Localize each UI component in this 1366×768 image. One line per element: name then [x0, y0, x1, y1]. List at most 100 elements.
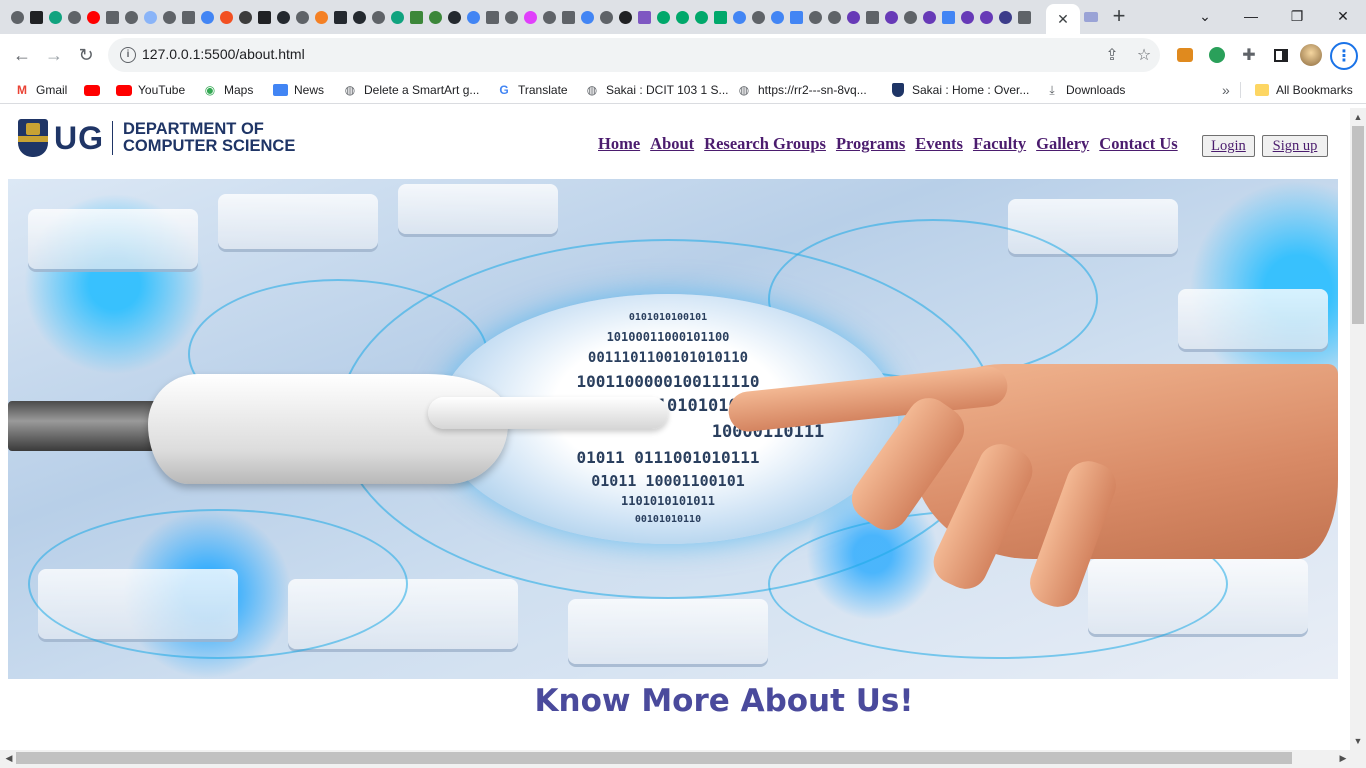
close-window-button[interactable]: ✕: [1320, 0, 1366, 32]
tab-favicon-icon[interactable]: [388, 8, 406, 26]
tab-favicon-icon[interactable]: [958, 8, 976, 26]
tab-favicon-icon[interactable]: [692, 8, 710, 26]
bookmark-smartart[interactable]: ◍ Delete a SmartArt g...: [342, 81, 480, 99]
tab-favicon-icon[interactable]: [939, 8, 957, 26]
bookmark-translate[interactable]: G Translate: [496, 81, 567, 99]
bookmark-sakai-home[interactable]: Sakai : Home : Over...: [890, 81, 1029, 99]
scroll-up-arrow-icon[interactable]: ▲: [1351, 110, 1365, 124]
chrome-menu-button[interactable]: ⋮: [1330, 42, 1358, 70]
share-icon[interactable]: ⇪: [1102, 45, 1122, 65]
tab-favicon-icon[interactable]: [426, 8, 444, 26]
tab-favicon-icon[interactable]: [103, 8, 121, 26]
bookmark-gmail[interactable]: M Gmail: [14, 81, 67, 99]
bookmark-youtube-shortcut[interactable]: [84, 81, 100, 99]
login-button[interactable]: Login: [1202, 135, 1255, 157]
tab-favicon-icon[interactable]: [27, 8, 45, 26]
tab-favicon-icon[interactable]: [882, 8, 900, 26]
scroll-right-arrow-icon[interactable]: ▶: [1336, 751, 1350, 765]
tab-favicon-icon[interactable]: [521, 8, 539, 26]
tab-favicon-icon[interactable]: [179, 8, 197, 26]
nav-programs[interactable]: Programs: [836, 134, 905, 154]
tab-favicon-icon[interactable]: [8, 8, 26, 26]
nav-about[interactable]: About: [650, 134, 694, 154]
tab-favicon-icon[interactable]: [1015, 8, 1033, 26]
bookmark-sakai-dcit[interactable]: ◍ Sakai : DCIT 103 1 S...: [584, 81, 729, 99]
extensions-puzzle-icon[interactable]: ✚: [1236, 42, 1262, 68]
nav-gallery[interactable]: Gallery: [1036, 134, 1089, 154]
signup-button[interactable]: Sign up: [1262, 135, 1328, 157]
horizontal-scroll-thumb[interactable]: [16, 752, 1292, 764]
tab-favicon-icon[interactable]: [331, 8, 349, 26]
tab-search-button[interactable]: ⌄: [1182, 0, 1228, 32]
bookmark-rr2[interactable]: ◍ https://rr2---sn-8vq...: [736, 81, 867, 99]
new-tab-button[interactable]: +: [1108, 5, 1130, 29]
bookmark-star-icon[interactable]: ☆: [1134, 45, 1154, 65]
tab-favicon-icon[interactable]: [540, 8, 558, 26]
tab-favicon-icon[interactable]: [616, 8, 634, 26]
background-tab-dcit[interactable]: [1082, 8, 1100, 26]
extension-grammar-icon[interactable]: [1204, 42, 1230, 68]
scroll-left-arrow-icon[interactable]: ◀: [2, 751, 16, 765]
tab-favicon-icon[interactable]: [312, 8, 330, 26]
tab-close-icon[interactable]: ✕: [1057, 11, 1069, 28]
tab-favicon-icon[interactable]: [749, 8, 767, 26]
tab-favicon-icon[interactable]: [730, 8, 748, 26]
tab-favicon-icon[interactable]: [464, 8, 482, 26]
tab-favicon-icon[interactable]: [65, 8, 83, 26]
reload-button[interactable]: ↻: [72, 41, 100, 69]
tab-favicon-icon[interactable]: [977, 8, 995, 26]
tab-favicon-icon[interactable]: [901, 8, 919, 26]
nav-faculty[interactable]: Faculty: [973, 134, 1026, 154]
tab-favicon-icon[interactable]: [350, 8, 368, 26]
tab-favicon-icon[interactable]: [502, 8, 520, 26]
nav-research-groups[interactable]: Research Groups: [704, 134, 826, 154]
url-text[interactable]: 127.0.0.1:5500/about.html: [142, 46, 305, 62]
tab-favicon-icon[interactable]: [160, 8, 178, 26]
tab-favicon-icon[interactable]: [844, 8, 862, 26]
vertical-scroll-thumb[interactable]: [1352, 126, 1364, 324]
tab-favicon-icon[interactable]: [369, 8, 387, 26]
background-tabs[interactable]: [8, 8, 1033, 26]
tab-favicon-icon[interactable]: [559, 8, 577, 26]
active-tab[interactable]: ✕: [1046, 4, 1080, 34]
minimize-button[interactable]: —: [1228, 0, 1274, 32]
profile-avatar[interactable]: [1298, 42, 1324, 68]
tab-favicon-icon[interactable]: [578, 8, 596, 26]
tab-favicon-icon[interactable]: [673, 8, 691, 26]
tab-favicon-icon[interactable]: [787, 8, 805, 26]
tab-favicon-icon[interactable]: [863, 8, 881, 26]
tab-favicon-icon[interactable]: [407, 8, 425, 26]
tab-favicon-icon[interactable]: [635, 8, 653, 26]
tab-favicon-icon[interactable]: [293, 8, 311, 26]
all-bookmarks-folder[interactable]: All Bookmarks: [1254, 81, 1353, 99]
tab-favicon-icon[interactable]: [806, 8, 824, 26]
tab-favicon-icon[interactable]: [217, 8, 235, 26]
tab-favicon-icon[interactable]: [597, 8, 615, 26]
tab-favicon-icon[interactable]: [920, 8, 938, 26]
tab-favicon-icon[interactable]: [122, 8, 140, 26]
tab-favicon-icon[interactable]: [654, 8, 672, 26]
tab-favicon-icon[interactable]: [445, 8, 463, 26]
bookmark-maps[interactable]: ◉ Maps: [202, 81, 254, 99]
bookmark-youtube[interactable]: YouTube: [116, 81, 185, 99]
site-logo[interactable]: UG DEPARTMENT OF COMPUTER SCIENCE: [18, 118, 295, 158]
bookmark-downloads[interactable]: ⤓ Downloads: [1044, 81, 1125, 99]
site-info-icon[interactable]: i: [120, 47, 136, 63]
address-bar[interactable]: i 127.0.0.1:5500/about.html ⇪ ☆: [108, 38, 1160, 72]
maximize-button[interactable]: ❐: [1274, 0, 1320, 32]
tab-favicon-icon[interactable]: [255, 8, 273, 26]
tab-favicon-icon[interactable]: [84, 8, 102, 26]
scroll-down-arrow-icon[interactable]: ▼: [1351, 734, 1365, 748]
tab-favicon-icon[interactable]: [711, 8, 729, 26]
tab-favicon-icon[interactable]: [483, 8, 501, 26]
forward-button[interactable]: →: [40, 41, 68, 69]
tab-favicon-icon[interactable]: [198, 8, 216, 26]
tab-favicon-icon[interactable]: [825, 8, 843, 26]
tab-favicon-icon[interactable]: [996, 8, 1014, 26]
side-panel-icon[interactable]: [1268, 42, 1294, 68]
tab-favicon-icon[interactable]: [46, 8, 64, 26]
tab-favicon-icon[interactable]: [236, 8, 254, 26]
extension-tiger-icon[interactable]: [1172, 42, 1198, 68]
back-button[interactable]: ←: [8, 41, 36, 69]
tab-favicon-icon[interactable]: [141, 8, 159, 26]
